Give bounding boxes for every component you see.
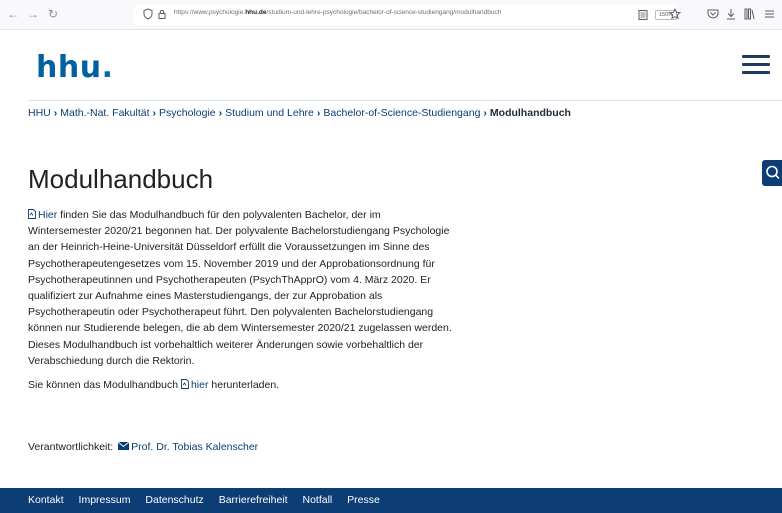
library-icon[interactable] [742, 7, 756, 21]
breadcrumb: HHU › Math.-Nat. Fakultät › Psychologie › Stud… [28, 107, 571, 119]
pocket-icon[interactable] [706, 7, 720, 21]
header-divider [28, 100, 782, 101]
footer-link-presse[interactable]: Presse [347, 494, 380, 506]
search-icon [766, 165, 780, 180]
back-arrow-icon[interactable]: ← [6, 7, 20, 21]
download-icon[interactable] [724, 7, 738, 21]
mail-icon [118, 442, 130, 450]
reader-view-icon[interactable] [637, 9, 649, 21]
breadcrumb-item-psychologie[interactable]: Psychologie [159, 107, 216, 119]
app-menu-icon[interactable] [762, 7, 776, 21]
reload-icon[interactable]: ↻ [46, 7, 60, 21]
footer-link-kontakt[interactable]: Kontakt [28, 494, 64, 506]
lock-icon[interactable] [156, 8, 168, 20]
site-footer: Kontakt Impressum Datenschutz Barrierefr… [0, 488, 782, 513]
footer-link-notfall[interactable]: Notfall [302, 494, 332, 506]
breadcrumb-separator: › [316, 107, 321, 119]
address-bar[interactable]: https://www.psychologie.hhu.de/studium-u… [134, 5, 681, 25]
footer-link-impressum[interactable]: Impressum [79, 494, 131, 506]
page-title: Modulhandbuch [28, 164, 214, 194]
hamburger-menu-icon[interactable] [742, 55, 770, 75]
intro-paragraph: Hier finden Sie das Modulhandbuch für de… [28, 209, 452, 367]
modulhandbuch-link-hier[interactable]: Hier [38, 209, 57, 221]
breadcrumb-separator: › [53, 107, 58, 119]
breadcrumb-item-math-nat-fakultaet[interactable]: Math.-Nat. Fakultät [60, 107, 149, 119]
breadcrumb-separator: › [218, 107, 223, 119]
breadcrumb-separator: › [483, 107, 487, 119]
footer-links: Kontakt Impressum Datenschutz Barrierefr… [28, 494, 392, 506]
download-paragraph: Sie können das Modulhandbuch hier herunt… [28, 379, 280, 392]
browser-toolbar: ← → ↻ https://www.psychologie.hhu.de/stu… [0, 0, 782, 30]
breadcrumb-item-bachelor[interactable]: Bachelor-of-Science-Studiengang [323, 107, 480, 119]
url-text: https://www.psychologie.hhu.de/studium-u… [174, 9, 502, 16]
responsible-person-link[interactable]: Prof. Dr. Tobias Kalenscher [131, 441, 258, 453]
search-button[interactable] [762, 160, 782, 186]
main-content: Hier finden Sie das Modulhandbuch für de… [28, 207, 528, 393]
shield-icon[interactable] [142, 8, 154, 20]
hhu-logo[interactable]: hhu. [36, 50, 113, 85]
breadcrumb-separator: › [152, 107, 157, 119]
breadcrumb-item-hhu[interactable]: HHU [28, 107, 51, 119]
download-link-hier[interactable]: hier [191, 379, 209, 391]
breadcrumb-current: Modulhandbuch [489, 107, 571, 119]
breadcrumb-item-studium-und-lehre[interactable]: Studium und Lehre [225, 107, 314, 119]
pdf-file-icon [181, 379, 189, 389]
bookmark-star-icon[interactable] [669, 8, 681, 20]
footer-link-datenschutz[interactable]: Datenschutz [145, 494, 203, 506]
pdf-file-icon [28, 209, 36, 219]
footer-link-barrierefreiheit[interactable]: Barrierefreiheit [219, 494, 288, 506]
forward-arrow-icon[interactable]: → [26, 7, 40, 21]
responsibility-line: Verantwortlichkeit: Prof. Dr. Tobias Kal… [28, 441, 259, 453]
